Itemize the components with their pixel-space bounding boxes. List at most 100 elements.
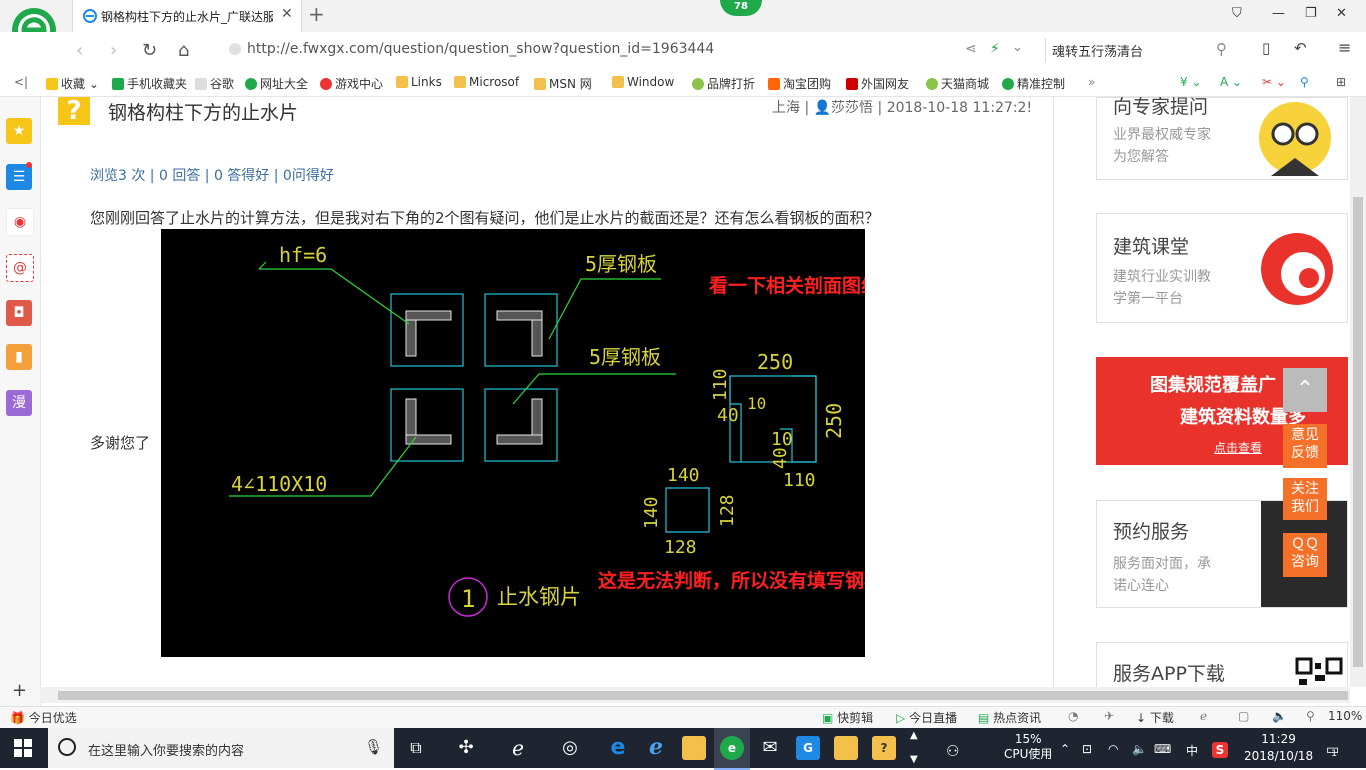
bookmark-favorites[interactable]: 收藏 ⌄ (46, 75, 99, 92)
people-icon[interactable]: ⚇ (946, 742, 959, 760)
username[interactable]: 莎莎悟 (831, 100, 873, 116)
mail-app-icon[interactable]: ✉ (758, 736, 782, 760)
translate-icon[interactable]: A ⌄ (1220, 75, 1242, 89)
refresh-icon[interactable]: ↻ (142, 40, 157, 61)
ie-mode-icon[interactable]: ℯ (1200, 709, 1207, 723)
yuan-icon[interactable]: ¥ ⌄ (1180, 75, 1202, 89)
status-live[interactable]: ▷ 今日直播 (896, 709, 957, 726)
phone-icon[interactable]: ▯ (1262, 39, 1270, 57)
follow-button[interactable]: 关注 我们 (1283, 478, 1327, 520)
bookmark-taobao[interactable]: 淘宝团购 (768, 75, 831, 92)
back-to-top-icon[interactable]: ⌃ (1283, 368, 1327, 412)
sogou-icon[interactable]: S (1212, 742, 1228, 758)
weibo-icon[interactable]: ◉ (6, 208, 34, 236)
expert-panel[interactable]: 向专家提问 业界最权威专家 为您解答 (1096, 96, 1348, 180)
content-divider (1053, 97, 1054, 687)
question-stats[interactable]: 浏览3 次 | 0 回答 | 0 答得好 | 0问得好 (90, 165, 334, 185)
minimize-icon[interactable]: — (1272, 6, 1285, 21)
file-explorer-icon[interactable] (682, 736, 706, 760)
speed-app-icon[interactable]: ◎ (558, 736, 582, 760)
status-news[interactable]: ▤ 热点资讯 (978, 709, 1041, 726)
bookmark-foreign[interactable]: 外国网友 (846, 75, 909, 92)
volume-icon[interactable]: 🔈 (1132, 742, 1147, 756)
taskbar-scroll-icon[interactable]: ▲ ▼ (910, 730, 918, 766)
bookmark-microsoft[interactable]: Microsof (454, 75, 519, 89)
360-browser-icon[interactable]: e (720, 736, 744, 760)
home-icon[interactable]: ⌂ (178, 40, 189, 61)
notes-app-icon[interactable] (834, 736, 858, 760)
magnifier-icon[interactable]: ⚲ (1300, 75, 1309, 89)
wifi-icon[interactable]: ◠ (1108, 742, 1118, 756)
bookmark-games[interactable]: 游戏中心 (320, 75, 383, 92)
fan-app-icon[interactable]: ✣ (454, 736, 478, 760)
lightning-icon[interactable]: ⚡ (990, 41, 1000, 57)
bookmark-brand[interactable]: 品牌打折 (692, 75, 755, 92)
bookmark-tmall[interactable]: 天猫商城 (926, 75, 989, 92)
back-icon[interactable]: ‹ (76, 40, 83, 61)
scrollbar-thumb[interactable] (1353, 197, 1363, 667)
pin-icon[interactable]: ✈ (1104, 709, 1114, 723)
microphone-icon[interactable]: 🎙 (364, 738, 383, 756)
close-window-icon[interactable]: ✕ (1336, 6, 1347, 21)
g-app-icon[interactable]: G (796, 736, 820, 760)
ime-indicator[interactable]: 中 (1186, 742, 1198, 759)
game-icon[interactable]: ◘ (6, 300, 32, 326)
mail-icon[interactable]: @ (6, 254, 34, 282)
undo-icon[interactable]: ↶ (1294, 39, 1307, 57)
scissors-icon[interactable]: ✂ ⌄ (1262, 75, 1286, 89)
task-view-icon[interactable]: ⧉ (404, 736, 428, 760)
network-icon[interactable]: ⊡ (1082, 742, 1092, 756)
share-icon[interactable]: ⋖ (965, 41, 977, 57)
hscroll-thumb[interactable] (58, 691, 1348, 700)
shirt-icon[interactable]: ⛉ (1232, 6, 1242, 21)
bookmark-control[interactable]: 精准控制 (1002, 75, 1065, 92)
keyboard-icon[interactable]: ⌨ (1154, 742, 1171, 756)
bookmark-mobile[interactable]: 手机收藏夹 (112, 75, 187, 92)
new-tab-icon[interactable]: + (308, 2, 325, 26)
browser-tab[interactable]: 钢格构柱下方的止水片_广联达服 ✕ (72, 0, 302, 32)
status-quick-edit[interactable]: ▣ 快剪辑 (822, 709, 873, 726)
bookmark-links[interactable]: Links (396, 75, 442, 89)
taskbar-search[interactable]: 在这里输入你要搜索的内容 🎙 (48, 728, 394, 768)
qq-button[interactable]: ＱＱ 咨询 (1283, 533, 1327, 577)
start-windows-icon[interactable] (14, 739, 32, 757)
feedback-button[interactable]: 意见 反馈 (1283, 424, 1327, 468)
tab-close-icon[interactable]: ✕ (281, 6, 293, 22)
horizontal-scrollbar[interactable] (40, 687, 1350, 703)
menu-icon[interactable]: ≡ (1338, 38, 1351, 57)
app-download-panel[interactable]: 服务APP下载 (1096, 642, 1348, 688)
zoom-icon[interactable]: ⚲ (1306, 709, 1315, 723)
favorites-star-icon[interactable]: ★ (6, 118, 32, 144)
more-bookmarks-icon[interactable]: » (1088, 75, 1095, 89)
add-sidebar-icon[interactable]: + (12, 680, 27, 701)
cpu-usage[interactable]: 15% CPU使用 (1004, 732, 1052, 762)
forward-icon[interactable]: › (110, 40, 117, 61)
bookmark-windows[interactable]: Window (612, 75, 674, 89)
comic-icon[interactable]: 漫 (6, 390, 32, 416)
bookmark-google[interactable]: 谷歌 (195, 75, 234, 92)
help-app-icon[interactable]: ? (872, 736, 896, 760)
internet-explorer-icon[interactable]: ℯ (644, 736, 668, 760)
tray-chevron-icon[interactable]: ⌃ (1060, 742, 1070, 756)
edge-icon[interactable]: e (606, 736, 630, 760)
window-icon[interactable]: ▢ (1238, 709, 1249, 723)
clock[interactable]: 11:29 2018/10/18 (1244, 731, 1313, 765)
today-picks[interactable]: 🎁 今日优选 (10, 709, 77, 726)
action-center-icon[interactable]: ▭1 (1326, 742, 1345, 759)
bookmark-msn[interactable]: MSN 网 (534, 75, 592, 92)
edge-legacy-icon[interactable]: ℯ (506, 736, 530, 760)
zoom-level[interactable]: 110% (1328, 709, 1362, 723)
vertical-scrollbar[interactable] (1350, 97, 1366, 687)
chevron-down-icon[interactable]: ⌄ (1012, 40, 1023, 55)
restore-icon[interactable]: ❐ (1305, 6, 1317, 21)
sidebar-toggle-icon[interactable]: <| (14, 75, 28, 89)
search-icon[interactable]: ⚲ (1216, 40, 1227, 58)
book-icon[interactable]: ▮ (6, 344, 32, 370)
cad-note-2: 这是无法判断，所以没有填写钢板的截面面积 (598, 569, 865, 592)
sound-icon[interactable]: 🔈 (1272, 709, 1287, 723)
status-icon-a[interactable]: ◔ (1068, 709, 1078, 723)
status-download[interactable]: ↓ 下载 (1136, 709, 1174, 726)
bookmark-daquan[interactable]: 网址大全 (245, 75, 308, 92)
classroom-panel[interactable]: 建筑课堂 建筑行业实训教 学第一平台 (1096, 213, 1348, 323)
grid-icon[interactable]: ⊞ (1336, 75, 1346, 89)
